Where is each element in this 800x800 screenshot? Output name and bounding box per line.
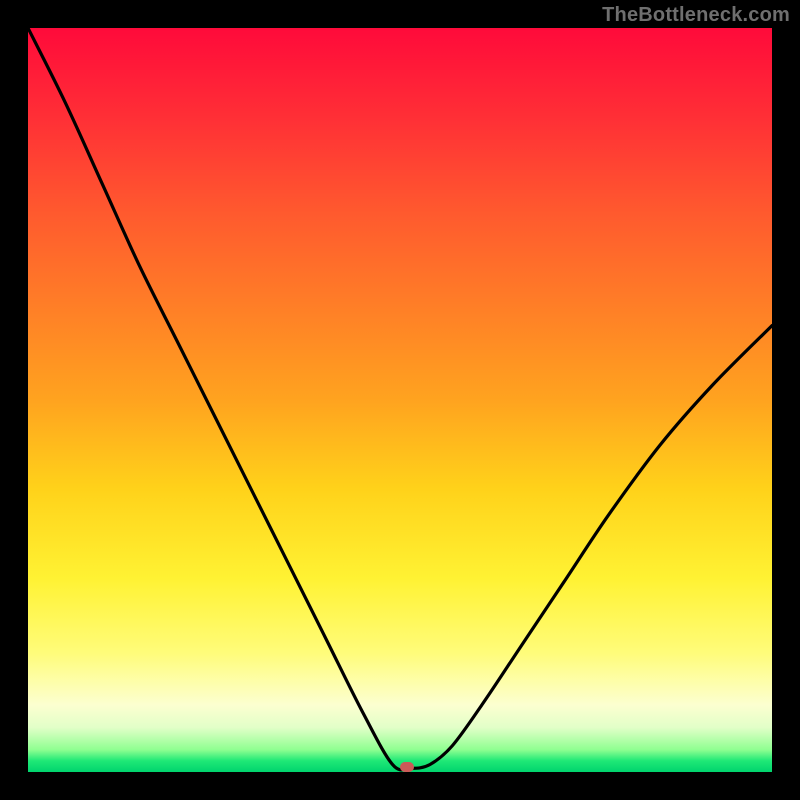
watermark-text: TheBottleneck.com xyxy=(602,4,790,27)
bottleneck-chart: TheBottleneck.com xyxy=(0,0,800,800)
optimal-point-marker xyxy=(400,762,414,772)
curve-svg xyxy=(28,28,772,772)
plot-area xyxy=(28,28,772,772)
bottleneck-curve-path xyxy=(28,28,772,770)
